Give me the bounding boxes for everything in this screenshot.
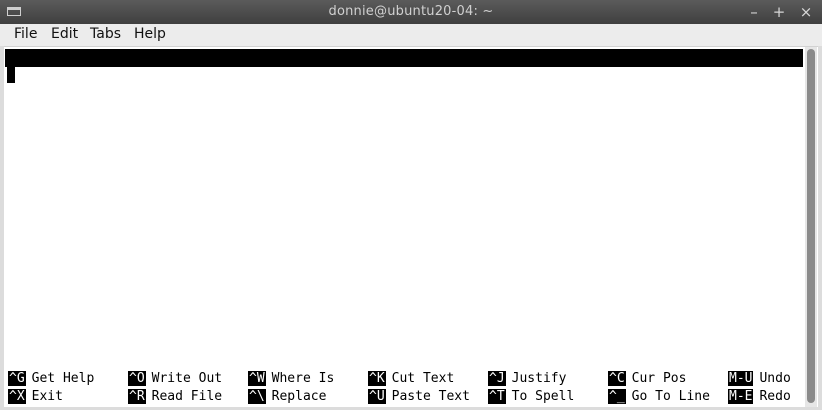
nano-header-bar: GNU nano 4.8 /etc/systemd/system/apache2… (5, 49, 803, 101)
shortcut-undo: M-U Undo (728, 371, 791, 386)
maximize-button[interactable]: + (769, 2, 789, 22)
shortcut-exit: ^X Exit (8, 389, 63, 404)
text-cursor (7, 67, 15, 83)
shortcut-read-file: ^R Read File (128, 389, 223, 404)
shortcut-redo: M-E Redo (728, 389, 791, 404)
window-title: donnie@ubuntu20-04: ~ (328, 4, 494, 19)
shortcut-get-help: ^G Get Help (8, 371, 95, 386)
shortcut-cur-pos: ^C Cur Pos (608, 371, 687, 386)
shortcut-to-spell: ^T To Spell (488, 389, 575, 404)
window-titlebar: donnie@ubuntu20-04: ~ – + × (0, 0, 822, 24)
shortcut-write-out: ^O Write Out (128, 371, 223, 386)
close-button[interactable]: × (796, 2, 816, 22)
menu-tabs[interactable]: Tabs (90, 26, 121, 42)
shortcut-paste-text: ^U Paste Text (368, 389, 470, 404)
window-border-left (0, 46, 4, 410)
menu-edit[interactable]: Edit (51, 26, 78, 42)
shortcut-replace: ^\ Replace (248, 389, 327, 404)
shortcut-where-is: ^W Where Is (248, 371, 335, 386)
shortcut-justify: ^J Justify (488, 371, 567, 386)
minimize-button[interactable]: – (744, 2, 764, 22)
menu-file[interactable]: File (14, 26, 37, 42)
menu-help[interactable]: Help (134, 26, 166, 42)
menubar: File Edit Tabs Help (0, 24, 822, 47)
window-border-right (818, 46, 822, 410)
nano-shortcut-bar: ^G Get Help ^O Write Out ^W Where Is ^K Cut … (5, 370, 805, 406)
terminal-area[interactable]: GNU nano 4.8 /etc/systemd/system/apache2… (5, 47, 803, 407)
nano-file-path: /etc/systemd/system/apache2.service.d/.#… (176, 86, 717, 101)
terminal-scrollbar[interactable] (805, 47, 817, 407)
shortcut-go-to-line: ^_ Go To Line (608, 389, 710, 404)
scrollbar-thumb[interactable] (807, 49, 815, 403)
nano-version: GNU nano 4.8 (23, 68, 117, 83)
shortcut-cut-text: ^K Cut Text (368, 371, 455, 386)
